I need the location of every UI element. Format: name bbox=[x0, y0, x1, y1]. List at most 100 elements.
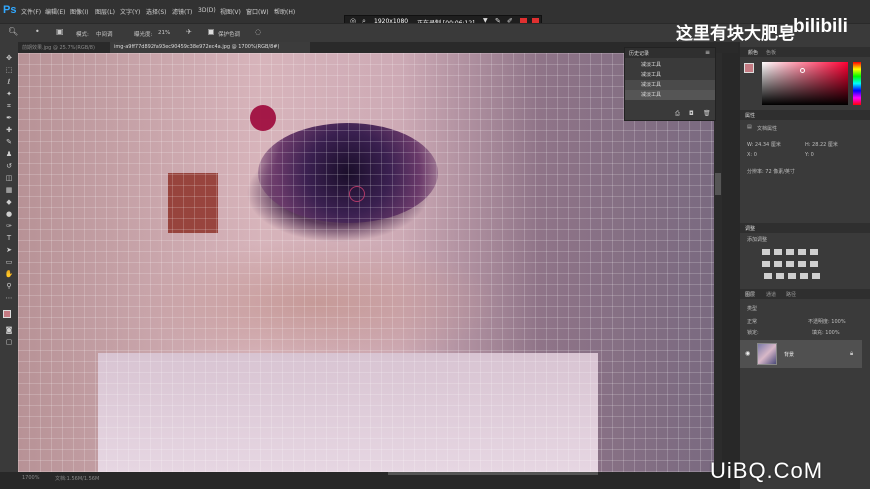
menu-window[interactable]: 窗口(W) bbox=[246, 7, 269, 16]
doc-properties-label: 文档属性 bbox=[757, 126, 778, 132]
photo-filter-icon[interactable] bbox=[798, 261, 806, 267]
horizontal-scrollbar[interactable] bbox=[388, 472, 598, 475]
lasso-tool-icon[interactable]: ℓ bbox=[3, 78, 15, 87]
menu-file[interactable]: 文件(F) bbox=[21, 7, 41, 16]
menu-image[interactable]: 图像(I) bbox=[70, 7, 88, 16]
exposure-icon[interactable] bbox=[798, 249, 806, 255]
healing-tool-icon[interactable]: ✚ bbox=[3, 126, 15, 135]
selective-color-icon[interactable] bbox=[812, 273, 820, 279]
hue-slider[interactable] bbox=[853, 62, 861, 105]
gradient-tool-icon[interactable]: ▦ bbox=[3, 186, 15, 195]
zoom-tool-icon[interactable]: ⚲ bbox=[3, 282, 15, 291]
mode-select[interactable]: 中间调 bbox=[96, 30, 113, 38]
layer-kind-filter[interactable]: 类型 bbox=[747, 305, 757, 312]
tab-document-2[interactable]: img-a9ff77d892fa93ec90459c38e972ec4a.jpg… bbox=[110, 42, 310, 53]
fill-field[interactable]: 填充: 100% bbox=[812, 329, 840, 336]
tab-color[interactable]: 颜色 bbox=[748, 49, 758, 56]
trash-icon[interactable]: 🗑︎ bbox=[703, 110, 711, 117]
tab-swatches[interactable]: 色板 bbox=[766, 49, 776, 56]
color-picker-cursor[interactable] bbox=[800, 68, 805, 73]
adjustments-title: 调整 bbox=[745, 226, 756, 232]
width-value: W: 24.34 厘米 bbox=[747, 142, 781, 148]
posterize-icon[interactable] bbox=[776, 273, 784, 279]
color-balance-icon[interactable] bbox=[774, 261, 782, 267]
menu-help[interactable]: 帮助(H) bbox=[274, 7, 295, 16]
screen-mode-icon[interactable]: ▢ bbox=[3, 338, 15, 347]
exposure-label: 曝光度: bbox=[134, 32, 153, 38]
black-white-icon[interactable] bbox=[786, 261, 794, 267]
marquee-tool-icon[interactable]: ⬚ bbox=[3, 66, 15, 75]
brush-outline bbox=[349, 186, 365, 202]
scrollbar-thumb[interactable] bbox=[715, 173, 721, 195]
color-panel-header: 颜色 色板 bbox=[740, 47, 870, 57]
zoom-level[interactable]: 1700% bbox=[22, 475, 39, 481]
menu-type[interactable]: 文字(Y) bbox=[120, 7, 140, 16]
tab-document-1[interactable]: 前期效果.jpg @ 25.7%(RGB/8) bbox=[18, 42, 110, 53]
curves-icon[interactable] bbox=[786, 249, 794, 255]
brightness-icon[interactable] bbox=[762, 249, 770, 255]
history-brush-tool-icon[interactable]: ↺ bbox=[3, 162, 15, 171]
type-tool-icon[interactable]: T bbox=[3, 234, 15, 243]
blur-tool-icon[interactable]: ◆ bbox=[3, 198, 15, 207]
blend-mode-select[interactable]: 正常 bbox=[747, 318, 757, 325]
pressure-icon[interactable]: ◌ bbox=[255, 28, 261, 36]
protect-tones-checkbox[interactable] bbox=[208, 29, 214, 35]
path-selection-tool-icon[interactable]: ➤ bbox=[3, 246, 15, 255]
shape-tool-icon[interactable]: ▭ bbox=[3, 258, 15, 267]
tools-panel: ✥ ⬚ ℓ ✦ ⌗ ✒ ✚ ✎ ♟ ↺ ◫ ▦ ◆ ● ✑ T ➤ ▭ ✋ ⚲ … bbox=[0, 42, 18, 482]
more-tools-icon[interactable]: ⋯ bbox=[3, 294, 15, 303]
lock-icon[interactable]: 🔒︎ bbox=[850, 350, 853, 358]
new-document-icon[interactable]: ⎙ bbox=[675, 110, 680, 118]
stamp-tool-icon[interactable]: ♟ bbox=[3, 150, 15, 159]
bilibili-logo: bilibili bbox=[793, 16, 848, 37]
channel-mixer-icon[interactable] bbox=[810, 261, 818, 267]
hand-tool-icon[interactable]: ✋ bbox=[3, 270, 15, 279]
crop-tool-icon[interactable]: ⌗ bbox=[3, 102, 15, 111]
magic-wand-tool-icon[interactable]: ✦ bbox=[3, 90, 15, 99]
gradient-map-icon[interactable] bbox=[800, 273, 808, 279]
tab-layers[interactable]: 图层 bbox=[745, 291, 755, 298]
snapshot-icon[interactable]: ◘ bbox=[689, 110, 694, 117]
levels-icon[interactable] bbox=[774, 249, 782, 255]
image-canvas[interactable] bbox=[18, 53, 714, 472]
menu-filter[interactable]: 滤镜(T) bbox=[172, 7, 192, 16]
history-item[interactable]: 减淡工具 bbox=[625, 70, 715, 80]
menu-3d[interactable]: 3D(D) bbox=[198, 7, 216, 14]
lock-label: 锁定: bbox=[747, 330, 759, 336]
brush-settings-icon[interactable]: ▣ bbox=[56, 27, 64, 36]
eraser-tool-icon[interactable]: ◫ bbox=[3, 174, 15, 183]
airbrush-icon[interactable]: ✈ bbox=[186, 28, 192, 36]
menu-layer[interactable]: 图层(L) bbox=[95, 7, 115, 16]
tab-channels[interactable]: 通道 bbox=[766, 291, 776, 298]
exposure-value[interactable]: 21% bbox=[158, 30, 170, 36]
foreground-color-swatch[interactable] bbox=[3, 310, 11, 318]
menu-edit[interactable]: 编辑(E) bbox=[45, 7, 65, 16]
menu-view[interactable]: 视图(V) bbox=[220, 7, 241, 16]
history-item[interactable]: 减淡工具 bbox=[625, 90, 715, 100]
dodge-tool-icon[interactable]: 🔍︎ bbox=[8, 27, 18, 36]
invert-icon[interactable] bbox=[764, 273, 772, 279]
hue-saturation-icon[interactable] bbox=[762, 261, 770, 267]
quick-mask-icon[interactable]: ◙ bbox=[3, 326, 15, 335]
history-item[interactable]: 减淡工具 bbox=[625, 80, 715, 90]
eye-icon[interactable]: ◉ bbox=[745, 350, 750, 357]
brush-tool-icon[interactable]: ✎ bbox=[3, 138, 15, 147]
history-menu-icon[interactable]: ≡ bbox=[705, 49, 710, 56]
tab-paths[interactable]: 路径 bbox=[786, 291, 796, 298]
foreground-color-chip[interactable] bbox=[744, 63, 754, 73]
history-panel: 历史记录 ≡ 减淡工具 减淡工具 减淡工具 减淡工具 ⎙ ◘ 🗑︎ bbox=[624, 47, 716, 121]
vibrance-icon[interactable] bbox=[810, 249, 818, 255]
color-picker-field[interactable] bbox=[762, 62, 848, 105]
menu-select[interactable]: 选择(S) bbox=[146, 7, 167, 16]
history-item[interactable]: 减淡工具 bbox=[625, 60, 715, 70]
pen-tool-icon[interactable]: ✑ bbox=[3, 222, 15, 231]
layer-name[interactable]: 背景 bbox=[784, 351, 794, 358]
eyedropper-tool-icon[interactable]: ✒ bbox=[3, 114, 15, 123]
move-tool-icon[interactable]: ✥ bbox=[3, 54, 15, 63]
threshold-icon[interactable] bbox=[788, 273, 796, 279]
dodge-tool-icon[interactable]: ● bbox=[3, 210, 15, 219]
brush-preset-icon[interactable]: • bbox=[35, 27, 40, 36]
layer-thumbnail[interactable] bbox=[757, 343, 777, 365]
opacity-field[interactable]: 不透明度: 100% bbox=[808, 318, 846, 325]
brush-cursor bbox=[250, 105, 276, 131]
